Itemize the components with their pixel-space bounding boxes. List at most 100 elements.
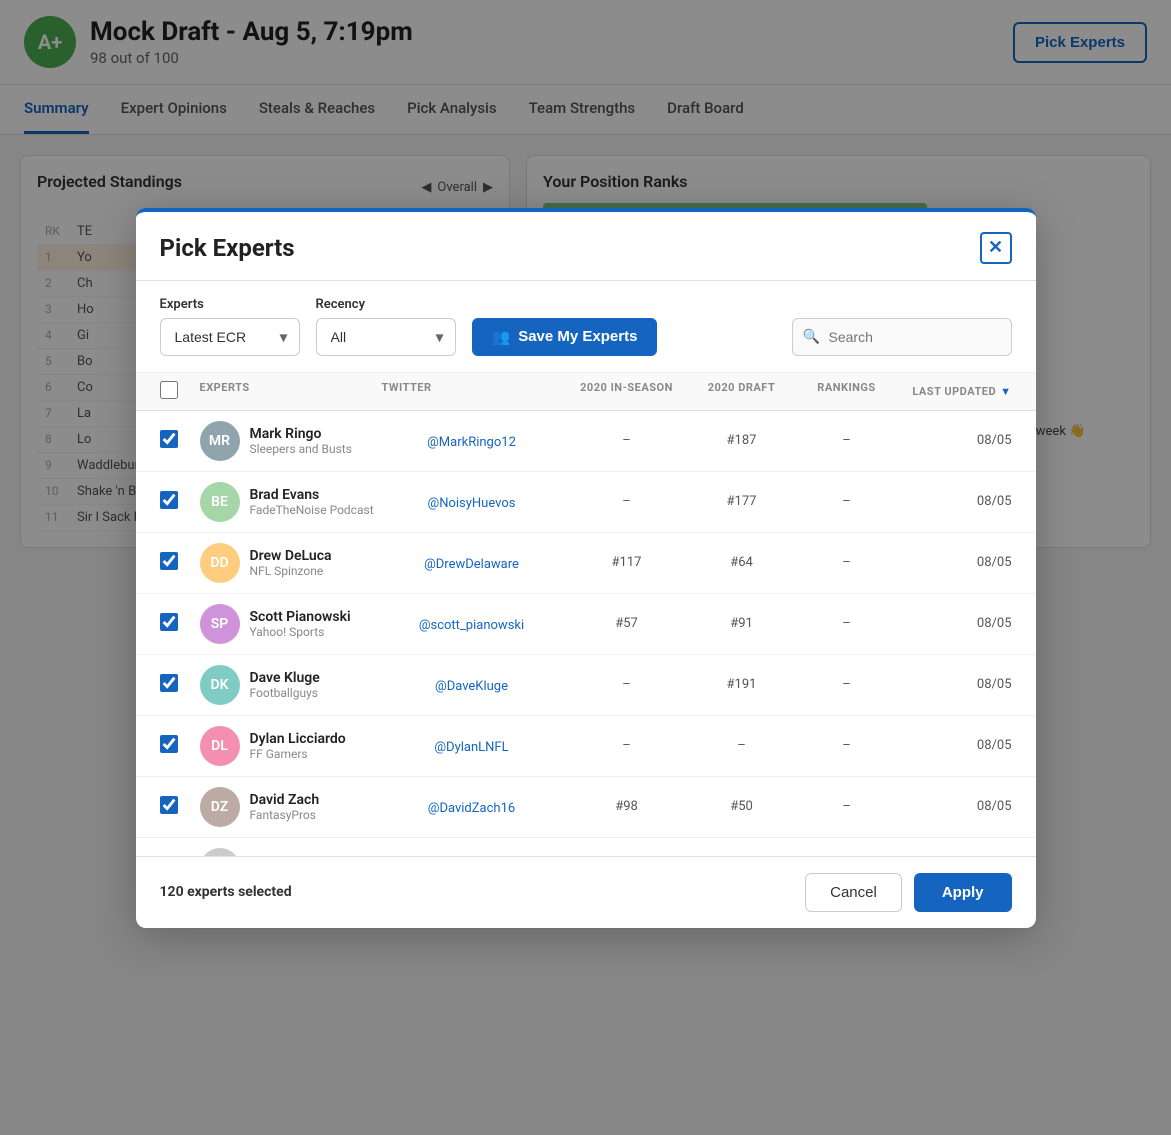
expert-avatar-4: DK bbox=[200, 665, 240, 705]
expert-row: DK Dave Kluge Footballguys @DaveKluge – … bbox=[136, 655, 1036, 716]
expert-checkbox-1[interactable] bbox=[160, 491, 178, 509]
twitter-cell-5: @DylanLNFL bbox=[382, 736, 562, 755]
close-modal-button[interactable]: ✕ bbox=[980, 232, 1012, 264]
twitter-link-5[interactable]: @DylanLNFL bbox=[434, 740, 508, 755]
expert-checkbox-2[interactable] bbox=[160, 552, 178, 570]
modal-controls: Experts Latest ECR Custom All ▾ Recency … bbox=[136, 281, 1036, 373]
expert-info-7: · · · bbox=[200, 848, 382, 856]
modal-title: Pick Experts bbox=[160, 234, 295, 262]
twitter-cell-0: @MarkRingo12 bbox=[382, 431, 562, 450]
expert-row: BE Brad Evans FadeTheNoise Podcast @Nois… bbox=[136, 472, 1036, 533]
expert-avatar-1: BE bbox=[200, 482, 240, 522]
expert-info-0: MR Mark Ringo Sleepers and Busts bbox=[200, 421, 382, 461]
expert-checkbox-5[interactable] bbox=[160, 735, 178, 753]
draft-3: #91 bbox=[692, 616, 792, 631]
expert-avatar-5: DL bbox=[200, 726, 240, 766]
in-season-0: – bbox=[562, 433, 692, 448]
expert-row-partial: · · · bbox=[136, 838, 1036, 856]
expert-org-0: Sleepers and Busts bbox=[250, 442, 352, 456]
in-season-2: #117 bbox=[562, 555, 692, 570]
twitter-link-6[interactable]: @DavidZach16 bbox=[428, 801, 515, 816]
select-all-checkbox[interactable] bbox=[160, 381, 178, 399]
twitter-link-3[interactable]: @scott_pianowski bbox=[419, 618, 524, 633]
expert-row: MR Mark Ringo Sleepers and Busts @MarkRi… bbox=[136, 411, 1036, 472]
experts-filter-group: Experts Latest ECR Custom All ▾ bbox=[160, 297, 300, 356]
twitter-cell-2: @DrewDelaware bbox=[382, 553, 562, 572]
expert-name-2: Drew DeLuca bbox=[250, 548, 332, 564]
expert-org-3: Yahoo! Sports bbox=[250, 625, 351, 639]
checkbox-cell-3 bbox=[160, 613, 200, 635]
col-header-twitter: TWITTER bbox=[382, 381, 562, 402]
table-header: EXPERTS TWITTER 2020 IN-SEASON 2020 DRAF… bbox=[136, 373, 1036, 411]
last-updated-4: 08/05 bbox=[902, 677, 1012, 692]
in-season-6: #98 bbox=[562, 799, 692, 814]
experts-select-wrapper: Latest ECR Custom All ▾ bbox=[160, 318, 300, 356]
expert-name-3: Scott Pianowski bbox=[250, 609, 351, 625]
draft-1: #177 bbox=[692, 494, 792, 509]
rankings-0: – bbox=[792, 433, 902, 448]
rankings-5: – bbox=[792, 738, 902, 753]
expert-name-5: Dylan Licciardo bbox=[250, 731, 346, 747]
expert-info-2: DD Drew DeLuca NFL Spinzone bbox=[200, 543, 382, 583]
footer-buttons: Cancel Apply bbox=[805, 873, 1011, 912]
last-updated-2: 08/05 bbox=[902, 555, 1012, 570]
twitter-link-0[interactable]: @MarkRingo12 bbox=[427, 435, 516, 450]
expert-row: SP Scott Pianowski Yahoo! Sports @scott_… bbox=[136, 594, 1036, 655]
expert-checkbox-6[interactable] bbox=[160, 796, 178, 814]
search-input[interactable] bbox=[792, 318, 1012, 356]
last-updated-0: 08/05 bbox=[902, 433, 1012, 448]
draft-0: #187 bbox=[692, 433, 792, 448]
cancel-button[interactable]: Cancel bbox=[805, 873, 902, 912]
twitter-cell-4: @DaveKluge bbox=[382, 675, 562, 694]
checkbox-cell-5 bbox=[160, 735, 200, 757]
last-updated-3: 08/05 bbox=[902, 616, 1012, 631]
save-my-experts-button[interactable]: 👥 Save My Experts bbox=[472, 318, 658, 356]
in-season-5: – bbox=[562, 738, 692, 753]
expert-name-4: Dave Kluge bbox=[250, 670, 320, 686]
col-header-in-season: 2020 IN-SEASON bbox=[562, 381, 692, 402]
twitter-link-1[interactable]: @NoisyHuevos bbox=[428, 496, 516, 511]
twitter-cell-6: @DavidZach16 bbox=[382, 797, 562, 816]
modal-header: Pick Experts ✕ bbox=[136, 212, 1036, 281]
search-icon: 🔍 bbox=[803, 329, 820, 345]
expert-name-6: David Zach bbox=[250, 792, 320, 808]
checkbox-cell-2 bbox=[160, 552, 200, 574]
in-season-1: – bbox=[562, 494, 692, 509]
expert-avatar-6: DZ bbox=[200, 787, 240, 827]
expert-avatar-2: DD bbox=[200, 543, 240, 583]
expert-checkbox-0[interactable] bbox=[160, 430, 178, 448]
expert-checkbox-3[interactable] bbox=[160, 613, 178, 631]
rankings-2: – bbox=[792, 555, 902, 570]
in-season-4: – bbox=[562, 677, 692, 692]
selected-count: 120 experts selected bbox=[160, 884, 292, 900]
recency-label: Recency bbox=[316, 297, 456, 312]
last-updated-1: 08/05 bbox=[902, 494, 1012, 509]
expert-info-5: DL Dylan Licciardo FF Gamers bbox=[200, 726, 382, 766]
search-wrapper: 🔍 bbox=[792, 318, 1012, 356]
sort-icon[interactable]: ▼ bbox=[1000, 385, 1011, 398]
expert-avatar-3: SP bbox=[200, 604, 240, 644]
in-season-3: #57 bbox=[562, 616, 692, 631]
twitter-link-2[interactable]: @DrewDelaware bbox=[424, 557, 519, 572]
twitter-link-4[interactable]: @DaveKluge bbox=[435, 679, 508, 694]
col-header-rankings: RANKINGS bbox=[792, 381, 902, 402]
recency-select[interactable]: All Last Week Last Month bbox=[316, 318, 456, 356]
expert-row: DZ David Zach FantasyPros @DavidZach16 #… bbox=[136, 777, 1036, 838]
experts-select[interactable]: Latest ECR Custom All bbox=[160, 318, 300, 356]
col-header-select bbox=[160, 381, 200, 402]
expert-org-2: NFL Spinzone bbox=[250, 564, 332, 578]
save-icon: 👥 bbox=[492, 328, 511, 346]
rankings-4: – bbox=[792, 677, 902, 692]
expert-avatar-7 bbox=[200, 848, 240, 856]
expert-info-1: BE Brad Evans FadeTheNoise Podcast bbox=[200, 482, 382, 522]
last-updated-6: 08/05 bbox=[902, 799, 1012, 814]
expert-checkbox-4[interactable] bbox=[160, 674, 178, 692]
last-updated-5: 08/05 bbox=[902, 738, 1012, 753]
expert-info-6: DZ David Zach FantasyPros bbox=[200, 787, 382, 827]
experts-table-body: MR Mark Ringo Sleepers and Busts @MarkRi… bbox=[136, 411, 1036, 856]
expert-name-1: Brad Evans bbox=[250, 487, 374, 503]
apply-button[interactable]: Apply bbox=[914, 873, 1012, 912]
checkbox-cell-1 bbox=[160, 491, 200, 513]
rankings-1: – bbox=[792, 494, 902, 509]
checkbox-cell-6 bbox=[160, 796, 200, 818]
